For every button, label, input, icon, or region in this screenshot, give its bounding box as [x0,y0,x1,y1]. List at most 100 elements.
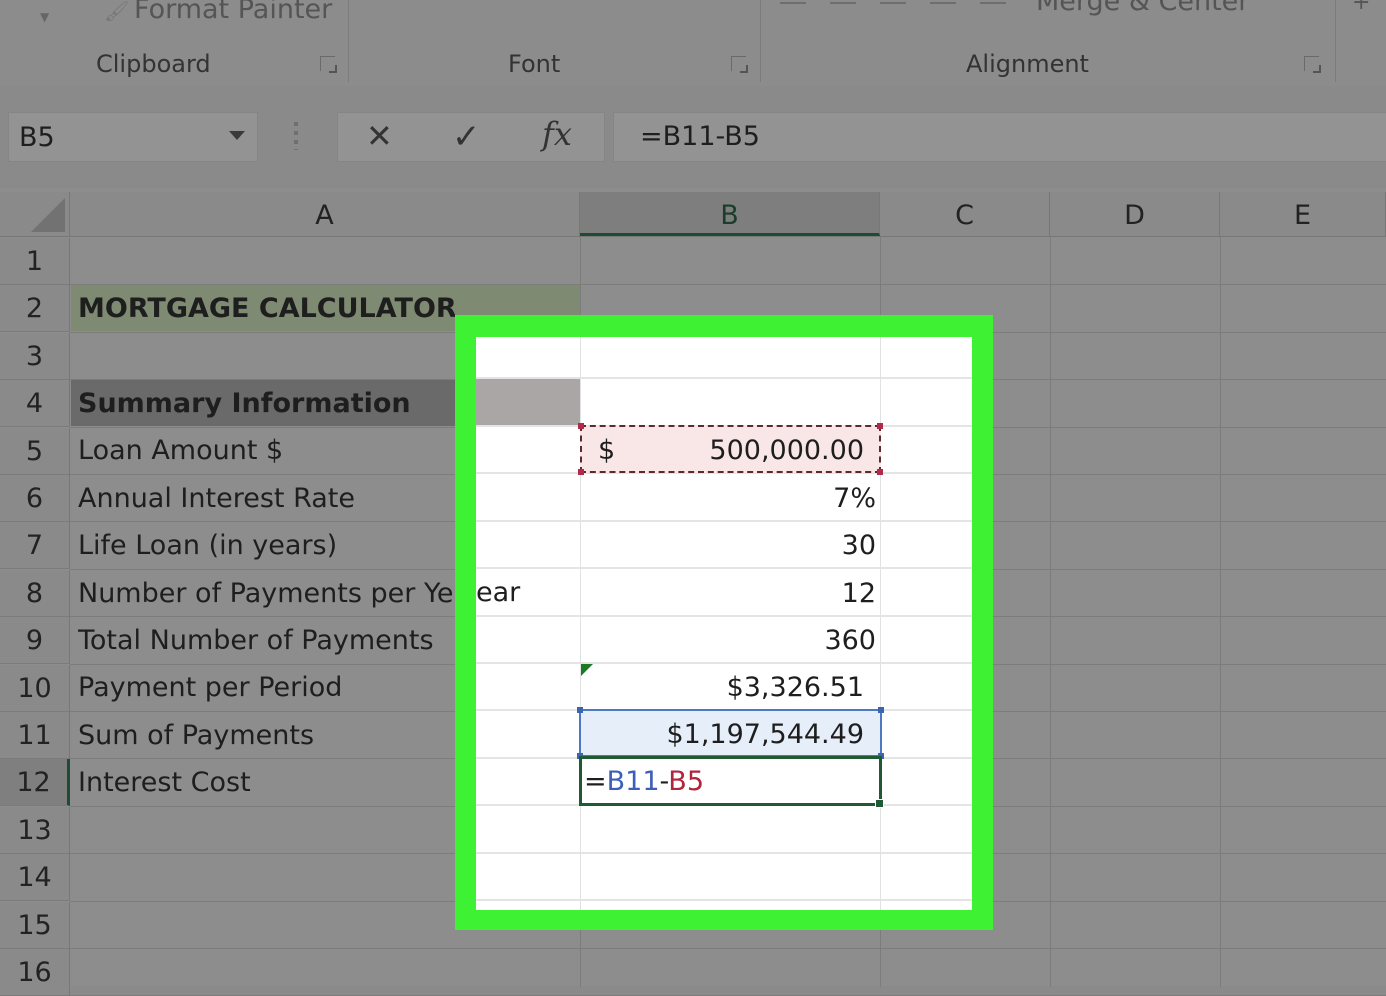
align-bottom-icon[interactable] [880,0,906,4]
font-group-label: Font [508,50,561,78]
merge-center-button[interactable]: Merge & Center [1036,0,1250,196]
alignment-buttons [780,0,1006,4]
clipboard-group-label: Clipboard [96,50,211,78]
ref-handle [577,707,583,713]
ref-handle [877,469,883,475]
cell-a10[interactable]: Payment per Period [78,664,342,711]
cell-a7[interactable]: Life Loan (in years) [78,522,337,569]
column-header-a[interactable]: A [70,192,580,236]
format-painter-label: Format Painter [134,0,333,25]
cell-a8[interactable]: Number of Payments per Year [78,570,458,617]
row-header-12[interactable]: 12 [0,759,70,807]
gridline [476,377,972,379]
gridline [476,520,972,522]
ribbon: ▼ 🖌 Format Painter Clipboard Font Merge … [0,0,1386,196]
gridline [476,615,972,617]
fill-handle[interactable] [875,799,884,808]
gridline [476,852,972,854]
gridline [476,567,972,569]
cell-b11[interactable]: $1,197,544.49 [666,711,864,758]
column-header-e[interactable]: E [1220,192,1386,236]
row-header-15[interactable]: 15 [0,901,70,949]
row-header-10[interactable]: 10 [0,664,70,712]
font-dialog-launcher-icon[interactable] [731,56,748,73]
ref-handle [878,707,884,713]
cell-a2[interactable]: MORTGAGE CALCULATOR [78,285,457,332]
cell-b5[interactable]: 500,000.00 [709,427,864,474]
cell-a8-overflow: ear [476,577,521,608]
column-header-b[interactable]: B [580,192,880,236]
row-header-4[interactable]: 4 [0,380,70,428]
row-header-8[interactable]: 8 [0,569,70,617]
formula-text: =B11-B5 [640,121,760,152]
gridline [476,899,972,901]
number-format-icon[interactable]: + [1352,0,1370,15]
alignment-group-label: Alignment [966,50,1089,78]
cell-b6[interactable]: 7% [833,475,876,522]
error-indicator-icon[interactable] [581,664,593,676]
column-header-c[interactable]: C [880,192,1050,236]
row-header-1[interactable]: 1 [0,238,70,285]
name-box-dropdown-icon[interactable] [229,131,245,140]
group-separator [760,0,761,82]
gridline [70,948,1386,949]
clipboard-dialog-launcher-icon[interactable] [320,56,337,73]
row-header-2[interactable]: 2 [0,285,70,333]
highlighted-region: $ 500,000.00 ear 7% 30 12 360 $3,326.51 … [476,337,972,910]
cell-a5[interactable]: Loan Amount $ [78,427,283,474]
cancel-icon[interactable]: ✕ [366,117,393,155]
merge-center-label: Merge & Center [1036,0,1250,17]
gridline [476,662,972,664]
formula-ref-b5: B5 [668,766,704,797]
cell-a4[interactable]: Summary Information [78,380,411,427]
summary-header-band-fragment [476,379,580,425]
cell-b10[interactable]: $3,326.51 [727,664,864,711]
name-box-value: B5 [19,122,55,153]
align-middle-icon[interactable] [830,0,856,4]
format-painter-button[interactable]: 🖌 Format Painter [104,0,332,25]
row-header-16[interactable]: 16 [0,949,70,996]
column-header-d[interactable]: D [1050,192,1220,236]
formula-buttons: ✕ ✓ fx [337,112,605,162]
insert-function-icon[interactable]: fx [542,115,572,153]
align-center-icon[interactable] [980,0,1006,4]
cell-b5-currency: $ [598,435,616,466]
row-header-6[interactable]: 6 [0,475,70,522]
row-header-3[interactable]: 3 [0,332,70,380]
select-all-button[interactable] [0,192,70,236]
header-divider [0,236,1386,237]
name-box[interactable]: B5 [8,112,258,162]
formula-bar-resize-grip[interactable] [294,122,298,150]
row-header-11[interactable]: 11 [0,712,70,759]
formula-equals: = [584,766,607,797]
formula-minus: - [659,766,669,797]
row-header-7[interactable]: 7 [0,522,70,570]
cell-a11[interactable]: Sum of Payments [78,712,314,759]
formula-ref-b11: B11 [606,766,660,797]
gridline [1220,237,1221,987]
alignment-dialog-launcher-icon[interactable] [1304,56,1321,73]
cell-a12[interactable]: Interest Cost [78,759,251,806]
row-header-5[interactable]: 5 [0,427,70,475]
paste-dropdown-caret-icon[interactable]: ▼ [40,10,49,24]
enter-checkmark-icon[interactable]: ✓ [452,117,481,157]
align-top-icon[interactable] [780,0,806,4]
group-separator [348,0,349,82]
align-left-icon[interactable] [930,0,956,4]
cell-a9[interactable]: Total Number of Payments [78,617,456,664]
row-header-13[interactable]: 13 [0,806,70,854]
cell-b12-formula[interactable]: =B11-B5 [584,758,704,805]
cell-b7[interactable]: 30 [842,522,876,569]
cell-b8[interactable]: 12 [842,570,876,617]
cell-a6[interactable]: Annual Interest Rate [78,475,355,522]
ref-handle [578,469,584,475]
ref-handle [578,423,584,429]
paintbrush-icon: 🖌 [104,0,130,23]
gridline [1050,237,1051,987]
formula-input[interactable]: =B11-B5 [613,112,1386,162]
cell-b9[interactable]: 360 [824,617,876,664]
row-header-9[interactable]: 9 [0,617,70,665]
formula-bar: B5 ✕ ✓ fx =B11-B5 [0,86,1386,188]
row-header-14[interactable]: 14 [0,854,70,902]
group-separator [1335,0,1336,82]
